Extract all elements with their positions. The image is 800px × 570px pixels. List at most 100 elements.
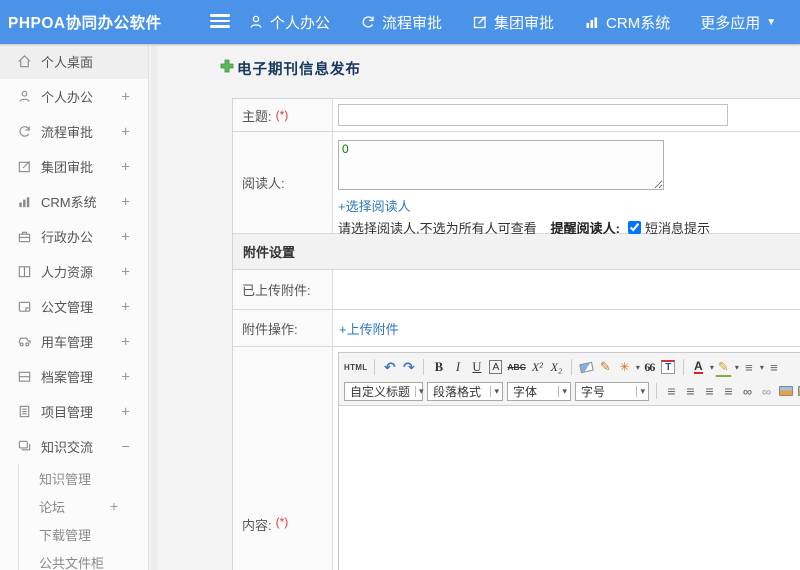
required-mark: (*) (275, 515, 289, 529)
collapse-toggle[interactable]: − (121, 438, 130, 455)
edit-icon (17, 159, 32, 174)
nav-more-apps[interactable]: 更多应用 ▼ (700, 12, 776, 33)
font-color-icon[interactable]: A (694, 360, 703, 374)
sidebar-item-hr[interactable]: 人力资源 + (0, 254, 148, 289)
align-justify-icon[interactable]: ≡ (720, 381, 737, 401)
sidebar-subitem-knowledge-mgmt[interactable]: 知识管理 (19, 464, 148, 492)
expand-toggle[interactable]: + (121, 228, 130, 245)
subject-label: 主题: (*) (233, 99, 333, 131)
italic-button[interactable]: I (449, 357, 466, 377)
nav-workflow-approval[interactable]: 流程审批 (360, 12, 442, 33)
highlight-color-icon[interactable]: ✎ (714, 357, 732, 377)
align-center-icon[interactable]: ≡ (682, 381, 699, 401)
book-icon (17, 264, 32, 279)
upload-attachment-link[interactable]: +上传附件 (339, 319, 399, 338)
select-readers-link[interactable]: +选择阅读人 (338, 196, 411, 215)
unordered-list-icon[interactable]: ≡ (765, 357, 782, 377)
expand-toggle[interactable]: + (121, 193, 130, 210)
sidebar: 个人桌面 个人办公 + 流程审批 + 集团审批 + CRM系统 + 行政办公 + (0, 44, 149, 570)
menu-icon[interactable] (210, 14, 230, 30)
editor-content-area[interactable] (339, 406, 800, 570)
expand-toggle[interactable]: + (121, 88, 130, 105)
attachment-section-header: 附件设置 (233, 234, 800, 269)
sidebar-item-archives[interactable]: 档案管理 + (0, 359, 148, 394)
font-family-select[interactable]: 字体 ▾ (507, 381, 571, 401)
paste-plain-icon[interactable]: T (661, 360, 676, 374)
readers-label: 阅读人: (233, 132, 333, 233)
knowledge-submenu: 知识管理 论坛 + 下载管理 公共文件柜 (18, 464, 148, 570)
caret-down-icon[interactable]: ▾ (735, 363, 739, 372)
uploaded-value (333, 270, 800, 309)
unlink-icon[interactable]: ∞ (758, 381, 775, 401)
plus-icon (220, 59, 234, 78)
sidebar-item-knowledge[interactable]: 知识交流 − (0, 429, 148, 464)
uploaded-label: 已上传附件: (233, 270, 333, 309)
home-icon (17, 54, 32, 69)
bold-button[interactable]: B (430, 357, 447, 377)
redo-icon[interactable]: ↷ (400, 357, 417, 377)
caret-down-icon[interactable]: ▾ (636, 363, 640, 372)
sidebar-item-documents[interactable]: 公文管理 + (0, 289, 148, 324)
nav-crm-system[interactable]: CRM系统 (584, 12, 670, 33)
sidebar-item-workflow[interactable]: 流程审批 + (0, 114, 148, 149)
editor-toolbar: HTML ↶ ↷ B I U A ABC X² X₂ ✎ ✳ ▾ 66 T A … (339, 353, 800, 406)
toolbar-row-2: 自定义标题 ▾ 段落格式 ▾ 字体 ▾ 字号 ▾ ≡ ≡ ≡ ≡ ∞ ∞ (342, 379, 800, 403)
archive-icon (17, 369, 32, 384)
link-icon[interactable]: ∞ (739, 381, 756, 401)
subject-row: 主题: (*) (233, 99, 800, 132)
strikethrough-button[interactable]: ABC (506, 357, 526, 377)
format-brush-icon[interactable]: ✎ (597, 357, 614, 377)
nav-label: 集团审批 (494, 14, 555, 32)
subscript-button[interactable]: X₂ (548, 357, 565, 377)
align-left-icon[interactable]: ≡ (663, 381, 680, 401)
chart-icon (17, 194, 32, 209)
chart-icon (584, 14, 600, 30)
sidebar-item-desktop[interactable]: 个人桌面 (0, 44, 148, 79)
sidebar-item-vehicles[interactable]: 用车管理 + (0, 324, 148, 359)
readers-textarea[interactable]: 0 (338, 140, 664, 190)
custom-title-select[interactable]: 自定义标题 ▾ (344, 381, 424, 401)
html-source-button[interactable]: HTML (343, 357, 368, 377)
paragraph-format-select[interactable]: 段落格式 ▾ (427, 381, 503, 401)
document-icon (17, 299, 32, 314)
char-border-button[interactable]: A (489, 360, 503, 374)
sidebar-item-crm[interactable]: CRM系统 + (0, 184, 148, 219)
readers-row: 阅读人: 0 +选择阅读人 请选择阅读人,不选为所有人可查看 提醒阅读人: 短消… (233, 132, 800, 236)
expand-toggle[interactable]: + (121, 368, 130, 385)
top-nav: 个人办公 流程审批 集团审批 CRM系统 更多应用 ▼ (248, 0, 776, 44)
expand-toggle[interactable]: + (121, 263, 130, 280)
expand-toggle[interactable]: + (110, 498, 118, 514)
image-manager-icon[interactable] (796, 381, 800, 401)
rich-text-editor: HTML ↶ ↷ B I U A ABC X² X₂ ✎ ✳ ▾ 66 T A … (338, 352, 800, 570)
sms-notify-checkbox[interactable] (627, 221, 641, 234)
align-right-icon[interactable]: ≡ (701, 381, 718, 401)
superscript-button[interactable]: X² (529, 357, 546, 377)
insert-image-icon[interactable] (777, 381, 794, 401)
nav-personal-office[interactable]: 个人办公 (248, 12, 330, 33)
sidebar-item-admin-office[interactable]: 行政办公 + (0, 219, 148, 254)
blockquote-icon[interactable]: 66 (641, 357, 658, 377)
undo-icon[interactable]: ↶ (381, 357, 398, 377)
sidebar-scrollbar[interactable] (151, 44, 157, 570)
caret-down-icon[interactable]: ▾ (710, 363, 714, 372)
sidebar-item-group-approval[interactable]: 集团审批 + (0, 149, 148, 184)
sidebar-item-projects[interactable]: 项目管理 + (0, 394, 148, 429)
expand-toggle[interactable]: + (121, 333, 130, 350)
font-size-select[interactable]: 字号 ▾ (575, 381, 649, 401)
sidebar-item-personal-office[interactable]: 个人办公 + (0, 79, 148, 114)
expand-toggle[interactable]: + (121, 403, 130, 420)
autotypeset-icon[interactable]: ✳ (616, 357, 633, 377)
sidebar-subitem-downloads[interactable]: 下载管理 (19, 520, 148, 548)
eraser-icon[interactable] (578, 357, 595, 377)
subject-input[interactable] (338, 104, 728, 126)
sidebar-subitem-public-cabinet[interactable]: 公共文件柜 (19, 548, 148, 570)
underline-button[interactable]: U (468, 357, 485, 377)
expand-toggle[interactable]: + (121, 298, 130, 315)
expand-toggle[interactable]: + (121, 158, 130, 175)
nav-label: 个人办公 (270, 14, 331, 32)
nav-group-approval[interactable]: 集团审批 (472, 12, 554, 33)
ordered-list-icon[interactable]: ≡ (740, 357, 757, 377)
caret-down-icon[interactable]: ▾ (760, 363, 764, 372)
expand-toggle[interactable]: + (121, 123, 130, 140)
sidebar-subitem-forum[interactable]: 论坛 + (19, 492, 148, 520)
